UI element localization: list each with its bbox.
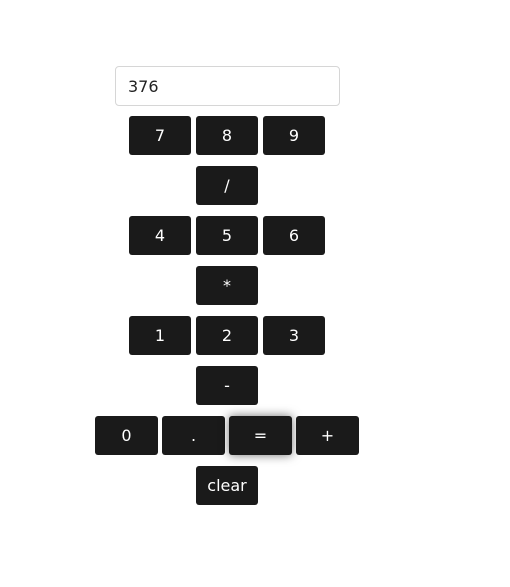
add-button[interactable]: + — [296, 416, 359, 455]
key-3-button[interactable]: 3 — [263, 316, 325, 355]
key-2-button[interactable]: 2 — [196, 316, 258, 355]
multiply-button[interactable]: * — [196, 266, 258, 305]
key-4-button[interactable]: 4 — [129, 216, 191, 255]
key-9-button[interactable]: 9 — [263, 116, 325, 155]
key-0-button[interactable]: 0 — [95, 416, 158, 455]
equals-button[interactable]: = — [229, 416, 292, 455]
key-8-button[interactable]: 8 — [196, 116, 258, 155]
subtract-button[interactable]: - — [196, 366, 258, 405]
key-5-button[interactable]: 5 — [196, 216, 258, 255]
divide-button[interactable]: / — [196, 166, 258, 205]
key-6-button[interactable]: 6 — [263, 216, 325, 255]
clear-button[interactable]: clear — [196, 466, 258, 505]
key-1-button[interactable]: 1 — [129, 316, 191, 355]
key-7-button[interactable]: 7 — [129, 116, 191, 155]
calculator-display[interactable] — [115, 66, 340, 106]
decimal-button[interactable]: . — [162, 416, 225, 455]
